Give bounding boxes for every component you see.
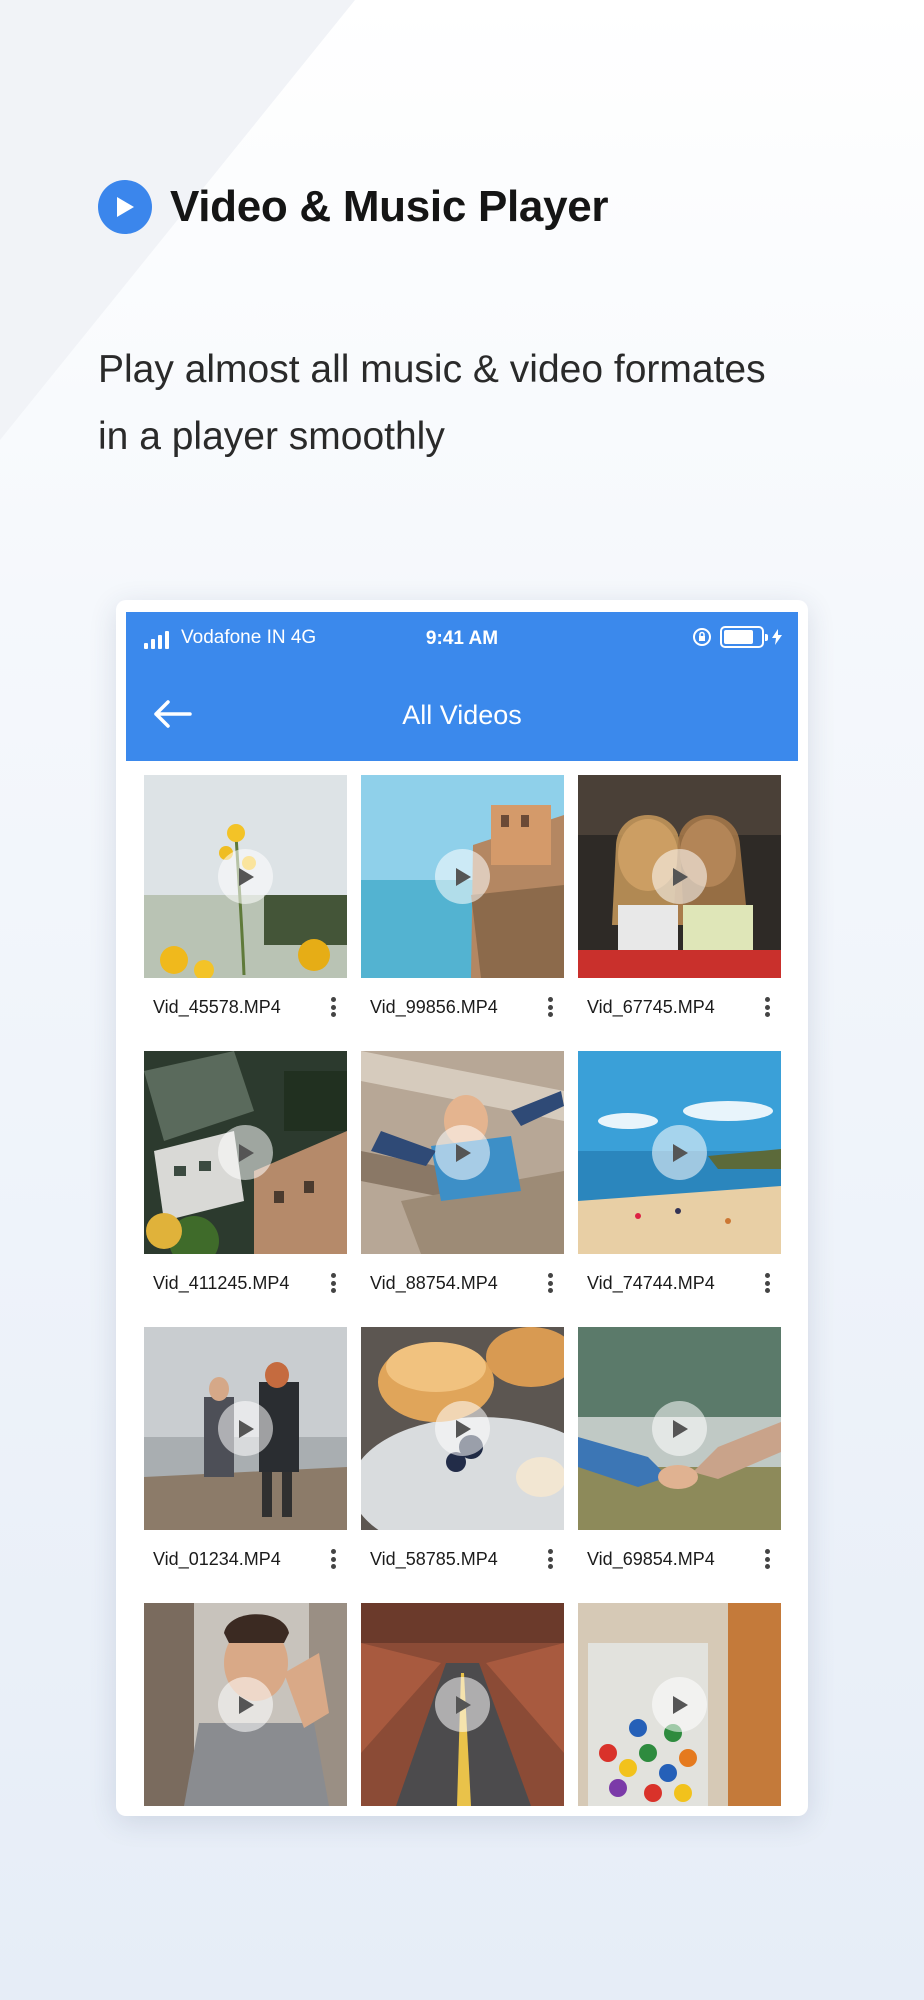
video-thumbnail[interactable] — [144, 1051, 347, 1254]
play-icon[interactable] — [218, 1125, 273, 1180]
video-tile[interactable]: Vid_88754.MP4 — [361, 1051, 564, 1317]
battery-icon — [720, 626, 768, 648]
video-tile[interactable]: Vid_45578.MP4 — [144, 775, 347, 1041]
video-tile[interactable]: Vid_69854.MP4 — [578, 1327, 781, 1593]
play-icon[interactable] — [218, 849, 273, 904]
more-vert-icon[interactable] — [544, 1269, 556, 1297]
video-caption: Vid_99856.MP4 — [361, 987, 564, 1027]
more-vert-icon[interactable] — [544, 1545, 556, 1573]
video-thumbnail[interactable] — [578, 1051, 781, 1254]
video-thumbnail[interactable] — [144, 775, 347, 978]
subtitle-line-2: in a player smoothly — [98, 415, 445, 458]
charging-icon — [772, 629, 782, 645]
more-vert-icon[interactable] — [327, 993, 339, 1021]
more-vert-icon[interactable] — [761, 1269, 773, 1297]
video-thumbnail[interactable] — [361, 1051, 564, 1254]
more-vert-icon[interactable] — [327, 1269, 339, 1297]
video-name: Vid_74744.MP4 — [587, 1273, 715, 1293]
play-icon[interactable] — [652, 1401, 707, 1456]
play-icon[interactable] — [652, 849, 707, 904]
video-name: Vid_99856.MP4 — [370, 997, 498, 1017]
video-caption: Vid_58785.MP4 — [361, 1539, 564, 1579]
video-name: Vid_69854.MP4 — [587, 1549, 715, 1569]
video-tile[interactable] — [361, 1603, 564, 1816]
subtitle: Play almost all music & video formates i… — [98, 336, 858, 470]
toolbar-title: All Videos — [402, 700, 522, 730]
video-thumbnail[interactable] — [144, 1327, 347, 1530]
headline-title: Video & Music Player — [170, 182, 609, 231]
play-icon[interactable] — [435, 1677, 490, 1732]
video-name: Vid_45578.MP4 — [153, 997, 281, 1017]
phone-mockup: Vodafone IN 4G 9:41 AM All Videos Vid_45… — [116, 600, 808, 1816]
status-bar: Vodafone IN 4G 9:41 AM — [126, 612, 798, 668]
play-icon[interactable] — [218, 1677, 273, 1732]
play-icon[interactable] — [435, 1401, 490, 1456]
video-caption: Vid_01234.MP4 — [144, 1539, 347, 1579]
video-thumbnail[interactable] — [578, 1327, 781, 1530]
play-icon[interactable] — [652, 1677, 707, 1732]
video-name: Vid_58785.MP4 — [370, 1549, 498, 1569]
play-icon[interactable] — [435, 849, 490, 904]
video-thumbnail[interactable] — [361, 775, 564, 978]
play-icon[interactable] — [435, 1125, 490, 1180]
subtitle-line-1: Play almost all music & video formates — [98, 348, 766, 391]
video-tile[interactable]: Vid_74744.MP4 — [578, 1051, 781, 1317]
more-vert-icon[interactable] — [544, 993, 556, 1021]
toolbar: All Videos — [126, 668, 798, 761]
video-tile[interactable] — [144, 1603, 347, 1816]
video-tile[interactable]: Vid_99856.MP4 — [361, 775, 564, 1041]
play-icon[interactable] — [218, 1401, 273, 1456]
video-caption: Vid_74744.MP4 — [578, 1263, 781, 1303]
video-thumbnail[interactable] — [578, 775, 781, 978]
video-name: Vid_67745.MP4 — [587, 997, 715, 1017]
video-name: Vid_411245.MP4 — [153, 1273, 290, 1293]
video-caption: Vid_411245.MP4 — [144, 1263, 347, 1303]
rotation-lock-icon — [693, 628, 711, 646]
play-circle-icon — [98, 180, 152, 234]
video-tile[interactable]: Vid_411245.MP4 — [144, 1051, 347, 1317]
video-tile[interactable]: Vid_58785.MP4 — [361, 1327, 564, 1593]
video-thumbnail[interactable] — [361, 1327, 564, 1530]
video-thumbnail[interactable] — [578, 1603, 781, 1806]
play-icon[interactable] — [652, 1125, 707, 1180]
more-vert-icon[interactable] — [761, 1545, 773, 1573]
video-name: Vid_01234.MP4 — [153, 1549, 281, 1569]
video-thumbnail[interactable] — [361, 1603, 564, 1806]
video-tile[interactable] — [578, 1603, 781, 1816]
video-name: Vid_88754.MP4 — [370, 1273, 498, 1293]
video-tile[interactable]: Vid_67745.MP4 — [578, 775, 781, 1041]
app-bar: Vodafone IN 4G 9:41 AM All Videos — [126, 612, 798, 761]
video-caption: Vid_69854.MP4 — [578, 1539, 781, 1579]
video-caption: Vid_45578.MP4 — [144, 987, 347, 1027]
video-caption: Vid_67745.MP4 — [578, 987, 781, 1027]
more-vert-icon[interactable] — [327, 1545, 339, 1573]
more-vert-icon[interactable] — [761, 993, 773, 1021]
headline: Video & Music Player — [98, 180, 609, 234]
video-thumbnail[interactable] — [144, 1603, 347, 1806]
video-caption: Vid_88754.MP4 — [361, 1263, 564, 1303]
video-tile[interactable]: Vid_01234.MP4 — [144, 1327, 347, 1593]
